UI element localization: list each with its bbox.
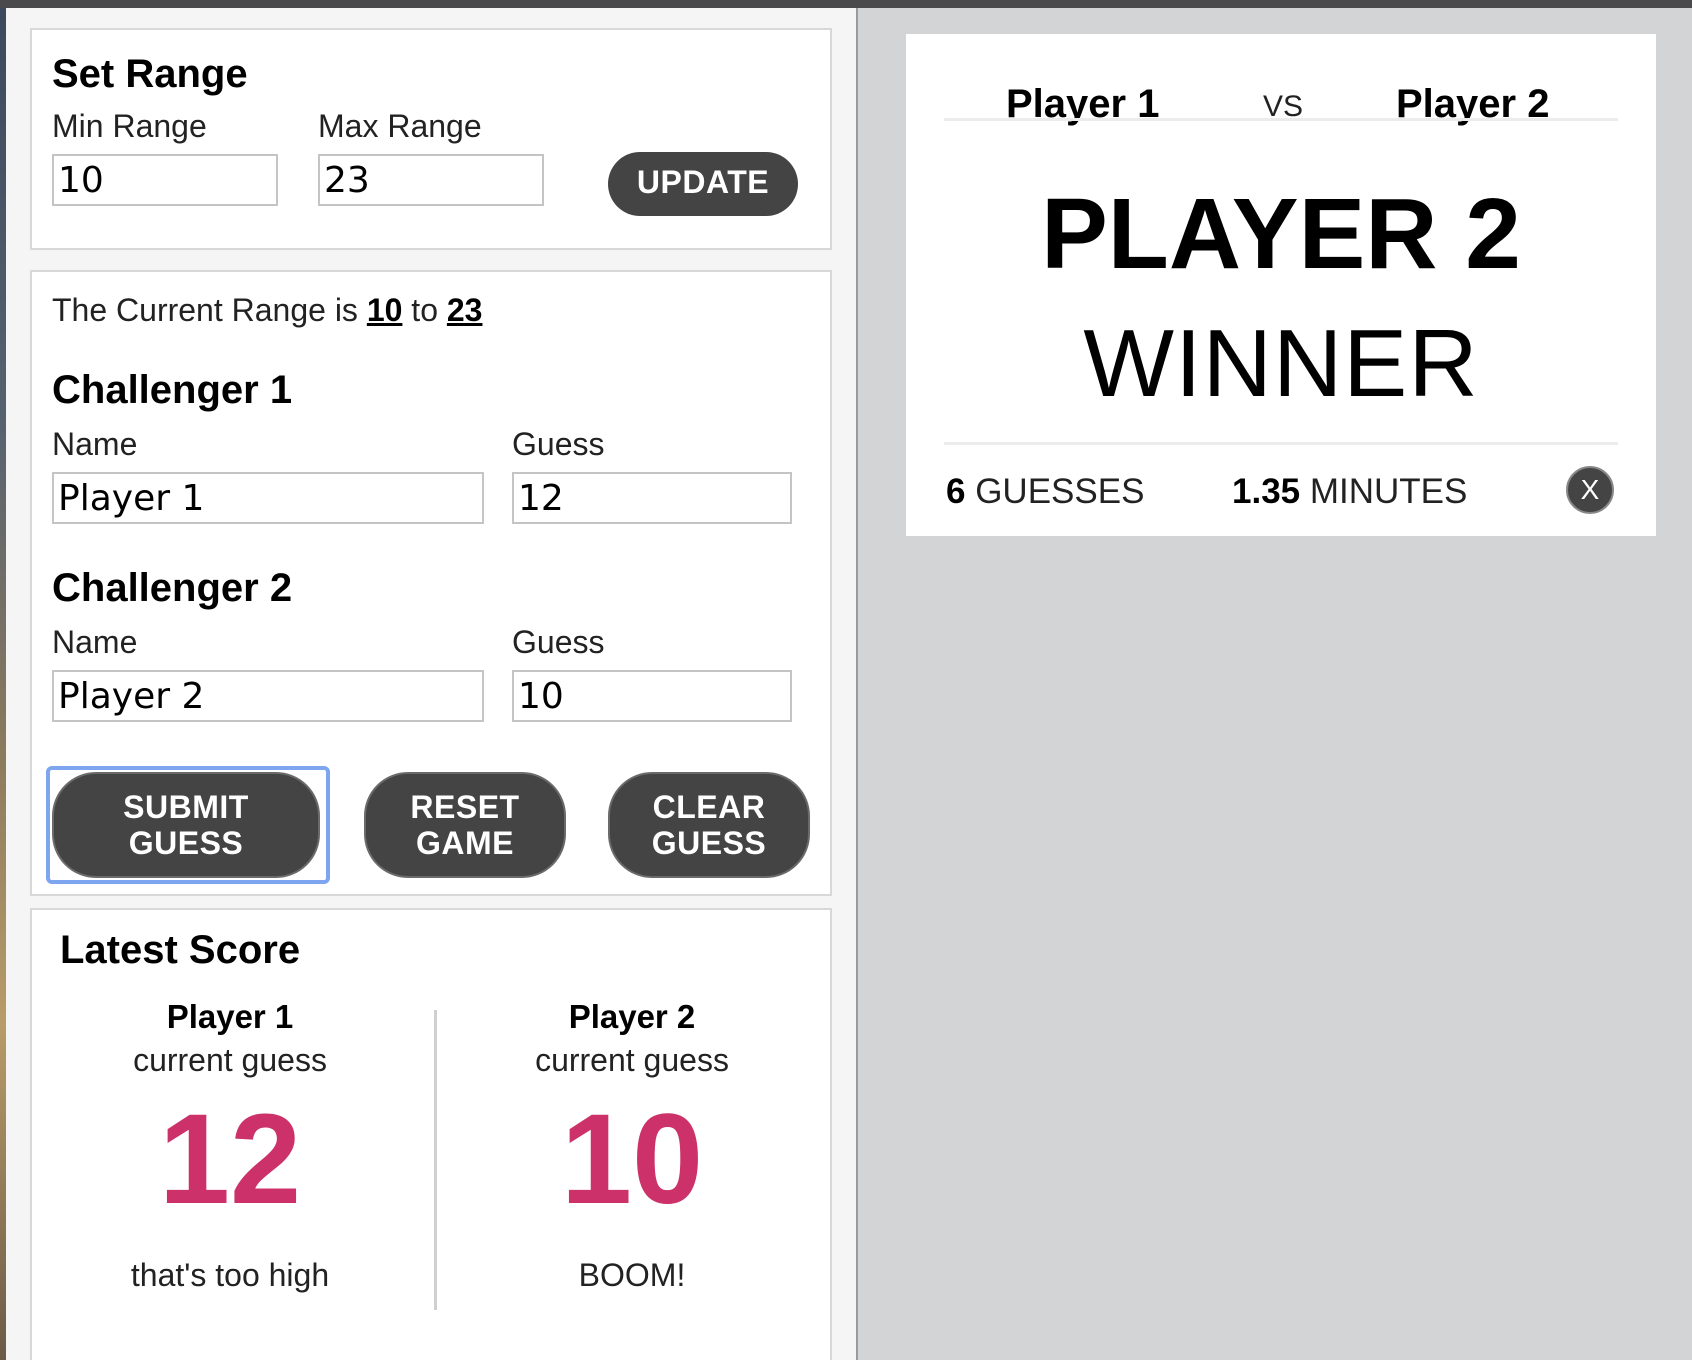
challenger2-title: Challenger 2 <box>52 566 293 610</box>
result-winner-label: WINNER <box>1083 310 1479 417</box>
challenger1-guess-label: Guess <box>512 426 605 462</box>
clear-guess-line1: CLEAR <box>652 789 766 825</box>
challenger1-name-input[interactable] <box>52 472 484 524</box>
result-bottom-divider <box>944 442 1618 445</box>
player1-score-subtitle: current guess <box>133 1042 327 1078</box>
player2-score-message: BOOM! <box>578 1257 686 1293</box>
set-range-card: Set Range Min Range Max Range UPDATE <box>30 28 832 250</box>
player1-score-message: that's too high <box>130 1257 330 1293</box>
current-range-prefix: The Current Range is <box>52 292 358 328</box>
player2-score-column: Player 2 current guess 10 BOOM! <box>442 998 822 1294</box>
current-range-text: The Current Range is 10 to 23 <box>52 292 482 329</box>
current-range-min: 10 <box>366 292 403 328</box>
result-top-divider <box>944 118 1618 121</box>
window-top-bar <box>0 0 1692 8</box>
latest-score-title: Latest Score <box>60 928 301 972</box>
reset-game-button[interactable]: RESET GAME <box>364 772 566 878</box>
challenger2-name-input[interactable] <box>52 670 484 722</box>
challengers-card: The Current Range is 10 to 23 Challenger… <box>30 270 832 896</box>
player2-score-guess: 10 <box>560 1088 704 1231</box>
player1-score-column: Player 1 current guess 12 that's too hig… <box>40 998 420 1294</box>
submit-guess-button[interactable]: SUBMIT GUESS <box>52 772 320 878</box>
result-guesses-label: GUESSES <box>975 472 1145 511</box>
control-panel: Set Range Min Range Max Range UPDATE The… <box>6 8 858 1360</box>
update-button[interactable]: UPDATE <box>608 152 798 216</box>
winner-result-card: Player 1 VS Player 2 PLAYER 2 WINNER 6 G… <box>906 34 1656 536</box>
result-minutes-stat: 1.35 MINUTES <box>1232 472 1467 512</box>
latest-score-card: Latest Score Player 1 current guess 12 t… <box>30 908 832 1360</box>
reset-game-line1: RESET <box>410 789 520 825</box>
player1-score-guess: 12 <box>158 1088 302 1231</box>
score-divider <box>434 1010 437 1310</box>
max-range-label: Max Range <box>318 108 482 144</box>
submit-guess-line2: GUESS <box>128 825 244 861</box>
challenger1-guess-input[interactable] <box>512 472 792 524</box>
min-range-label: Min Range <box>52 108 207 144</box>
min-range-input[interactable] <box>52 154 278 206</box>
result-guesses-stat: 6 GUESSES <box>946 472 1144 512</box>
reset-game-line2: GAME <box>416 825 514 861</box>
current-range-middle: to <box>411 292 438 328</box>
result-guesses-count: 6 <box>946 472 966 511</box>
challenger2-name-label: Name <box>52 624 138 660</box>
challenger2-guess-input[interactable] <box>512 670 792 722</box>
max-range-input[interactable] <box>318 154 544 206</box>
challenger1-name-label: Name <box>52 426 138 462</box>
current-range-max: 23 <box>446 292 483 328</box>
player2-score-name: Player 2 <box>568 998 696 1035</box>
set-range-title: Set Range <box>52 52 248 96</box>
result-minutes-label: MINUTES <box>1309 472 1468 511</box>
player1-score-name: Player 1 <box>166 998 294 1035</box>
close-icon[interactable]: X <box>1566 466 1614 514</box>
player2-score-subtitle: current guess <box>535 1042 729 1078</box>
challenger2-guess-label: Guess <box>512 624 605 660</box>
result-winner-name: PLAYER 2 <box>1041 178 1521 290</box>
challenger1-title: Challenger 1 <box>52 368 293 412</box>
clear-guess-line2: GUESS <box>651 825 767 861</box>
submit-guess-line1: SUBMIT <box>123 789 249 825</box>
clear-guess-button[interactable]: CLEAR GUESS <box>608 772 810 878</box>
result-minutes-value: 1.35 <box>1232 472 1301 511</box>
